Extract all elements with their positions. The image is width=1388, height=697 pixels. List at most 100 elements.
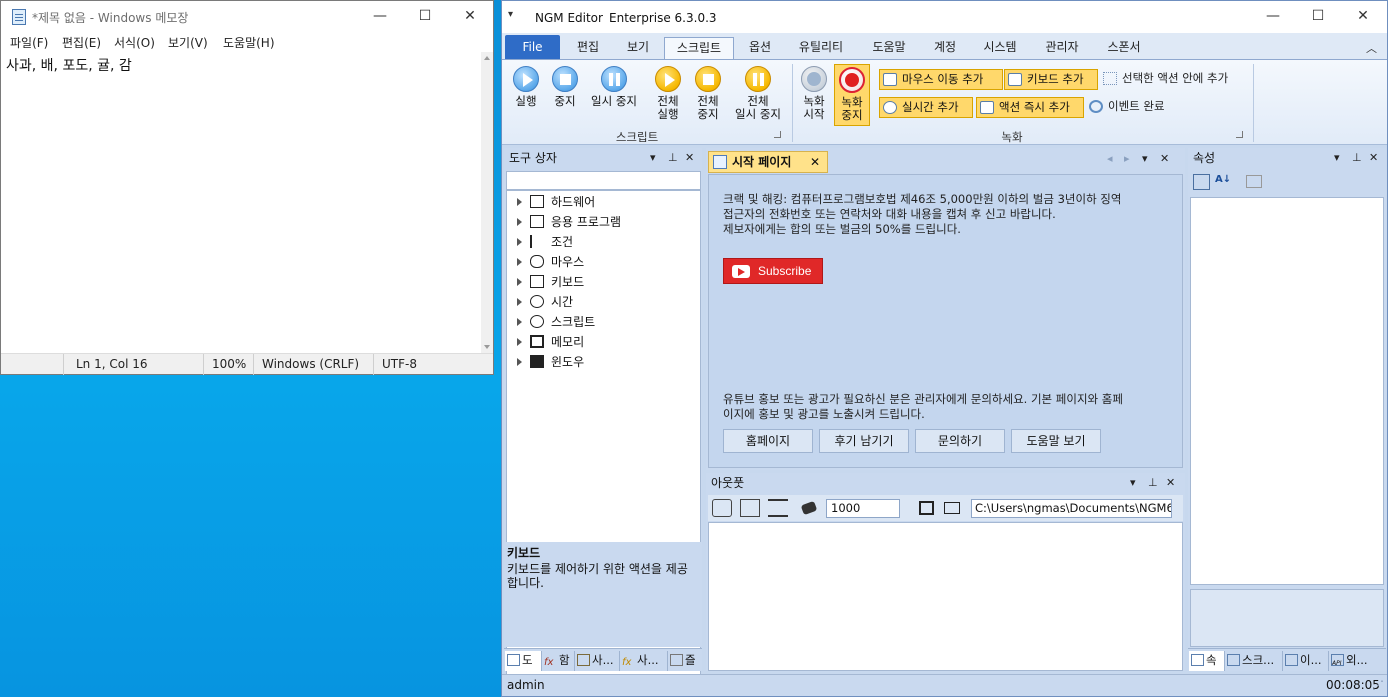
tab-file[interactable]: File	[505, 35, 560, 59]
document-list-icon[interactable]: ▾	[1142, 152, 1148, 165]
add-action-now-button[interactable]: 액션 즉시 추가	[976, 97, 1084, 118]
tab-favorites[interactable]: 즐	[668, 651, 701, 671]
record-group-launcher-icon[interactable]	[1236, 131, 1243, 138]
tab-account[interactable]: 계정	[926, 37, 964, 59]
tab-functions[interactable]: fx 함	[542, 651, 575, 671]
tab-sponsor[interactable]: 스폰서	[1099, 37, 1149, 59]
menu-help[interactable]: 도움말(H)	[223, 34, 275, 51]
minimize-button[interactable]: —	[357, 1, 403, 32]
save-icon[interactable]	[919, 501, 934, 515]
menu-file[interactable]: 파일(F)	[10, 34, 48, 51]
stop-all-button[interactable]: 전체 중지	[690, 66, 726, 121]
menu-edit[interactable]: 편집(E)	[62, 34, 101, 51]
script-group-launcher-icon[interactable]	[774, 131, 781, 138]
close-icon[interactable]: ✕	[1166, 473, 1175, 493]
youtube-subscribe-button[interactable]: Subscribe	[723, 258, 823, 284]
pause-all-button[interactable]: 전체 일시 중지	[730, 66, 786, 121]
output-panel: 아웃풋 ▾ ⊥ ✕ 1000 C:\Users\ngmas\Documents\…	[706, 473, 1185, 671]
close-icon[interactable]: ✕	[1369, 148, 1378, 168]
tab-external-api[interactable]: API 외...	[1329, 651, 1385, 671]
notepad-text-area[interactable]: 사과, 배, 포도, 귤, 감	[1, 52, 481, 353]
tab-user-2[interactable]: fx 사...	[620, 651, 668, 671]
tab-admin[interactable]: 관리자	[1037, 37, 1087, 59]
run-all-button[interactable]: 전체 실행	[650, 66, 686, 121]
scroll-right-icon[interactable]: ▸	[1124, 152, 1130, 165]
sort-alpha-icon[interactable]: A↓	[1215, 174, 1232, 190]
mouse-icon	[530, 255, 544, 268]
notepad-vertical-scrollbar[interactable]	[481, 52, 493, 353]
tab-system[interactable]: 시스템	[975, 37, 1025, 59]
panel-menu-icon[interactable]: ▾	[650, 148, 656, 168]
toolbox-description: 키보드 키보드를 제어하기 위한 액션을 제공합니다.	[504, 542, 702, 647]
add-mouse-move-button[interactable]: 마우스 이동 추가	[879, 69, 1003, 90]
property-grid[interactable]	[1190, 197, 1384, 585]
output-title: 아웃풋 ▾ ⊥ ✕	[706, 473, 1185, 493]
tab-script-explorer[interactable]: 스크...	[1225, 651, 1283, 671]
minimize-button[interactable]: —	[1250, 1, 1296, 32]
app-edition: Enterprise 6.3.0.3	[609, 11, 717, 25]
function-icon: fx	[622, 657, 632, 668]
add-in-selected-action-button[interactable]: 선택한 액션 안에 추가	[1100, 69, 1250, 90]
keyboard-icon	[1008, 73, 1022, 86]
panel-menu-icon[interactable]: ▾	[1130, 473, 1136, 493]
toolbox-bottom-tabs: 도 fx 함 사... fx 사... 즐	[504, 648, 702, 671]
tab-edit[interactable]: 편집	[568, 37, 608, 59]
pin-icon[interactable]: ⊥	[668, 148, 678, 168]
maximize-button[interactable]: ☐	[402, 1, 448, 32]
tab-view[interactable]: 보기	[618, 37, 658, 59]
close-button[interactable]: ✕	[1340, 1, 1386, 32]
folder-open-icon[interactable]	[944, 502, 960, 514]
ribbon-collapse-button[interactable]: ︿	[1366, 40, 1377, 56]
tab-toolbox[interactable]: 도	[505, 651, 542, 671]
menu-format[interactable]: 서식(O)	[114, 34, 155, 51]
run-button[interactable]: 실행	[508, 66, 544, 108]
pin-icon[interactable]: ⊥	[1148, 473, 1158, 493]
list-icon[interactable]	[768, 499, 788, 517]
quick-access-dropdown[interactable]: ▾	[508, 9, 513, 20]
output-log[interactable]	[708, 522, 1183, 671]
tab-options[interactable]: 옵션	[740, 37, 780, 59]
categorized-icon[interactable]	[1193, 174, 1210, 190]
homepage-button[interactable]: 홈페이지	[723, 429, 813, 453]
add-realtime-button[interactable]: 실시간 추가	[879, 97, 973, 118]
property-pages-icon[interactable]	[1246, 175, 1262, 188]
tab-properties[interactable]: 속	[1189, 651, 1225, 671]
stop-button[interactable]: 중지	[548, 66, 582, 108]
tab-help[interactable]: 도움말	[864, 37, 914, 59]
image-icon	[1285, 654, 1298, 666]
output-path-field[interactable]: C:\Users\ngmas\Documents\NGM6\	[971, 499, 1172, 518]
tab-user-1[interactable]: 사...	[575, 651, 620, 671]
contact-button[interactable]: 문의하기	[915, 429, 1005, 453]
tab-script[interactable]: 스크립트	[664, 37, 734, 59]
tab-utility[interactable]: 유틸리티	[790, 37, 852, 59]
start-page: 크랙 및 해킹: 컴퓨터프로그램보호법 제46조 5,000만원 이하의 벌금 …	[708, 174, 1183, 468]
record-start-button[interactable]: 녹화 시작	[796, 66, 832, 121]
resize-grip-icon[interactable]: ⋰	[1372, 675, 1384, 696]
view-help-button[interactable]: 도움말 보기	[1011, 429, 1101, 453]
play-icon	[513, 66, 539, 92]
menu-view[interactable]: 보기(V)	[168, 34, 208, 51]
add-keyboard-button[interactable]: 키보드 추가	[1004, 69, 1098, 90]
close-icon[interactable]: ✕	[1160, 152, 1169, 165]
pause-button[interactable]: 일시 중지	[586, 66, 642, 108]
maximize-button[interactable]: ☐	[1295, 1, 1341, 32]
close-button[interactable]: ✕	[447, 1, 493, 32]
tab-start-page[interactable]: 시작 페이지 ✕	[708, 151, 828, 173]
notepad-titlebar[interactable]: *제목 없음 - Windows 메모장 — ☐ ✕	[1, 1, 493, 32]
pin-icon[interactable]: ⊥	[1352, 148, 1362, 168]
ngm-titlebar[interactable]: ▾ NGM Editor Enterprise 6.3.0.3 — ☐ ✕	[502, 1, 1387, 33]
broom-icon[interactable]	[712, 499, 732, 517]
hierarchy-icon	[1103, 72, 1117, 85]
panel-menu-icon[interactable]: ▾	[1334, 148, 1340, 168]
tab-images[interactable]: 이...	[1283, 651, 1329, 671]
event-complete-button[interactable]: 이벤트 완료	[1086, 97, 1176, 118]
eraser-icon[interactable]	[800, 500, 818, 516]
line-count-stepper[interactable]: 1000	[826, 499, 900, 518]
close-tab-icon[interactable]: ✕	[810, 152, 820, 172]
write-review-button[interactable]: 후기 남기기	[819, 429, 909, 453]
scroll-left-icon[interactable]: ◂	[1107, 152, 1113, 165]
document-search-icon[interactable]	[740, 499, 760, 517]
toolbox-search-input[interactable]	[506, 171, 701, 190]
record-stop-button[interactable]: 녹화 중지	[834, 64, 870, 126]
close-icon[interactable]: ✕	[685, 148, 694, 168]
